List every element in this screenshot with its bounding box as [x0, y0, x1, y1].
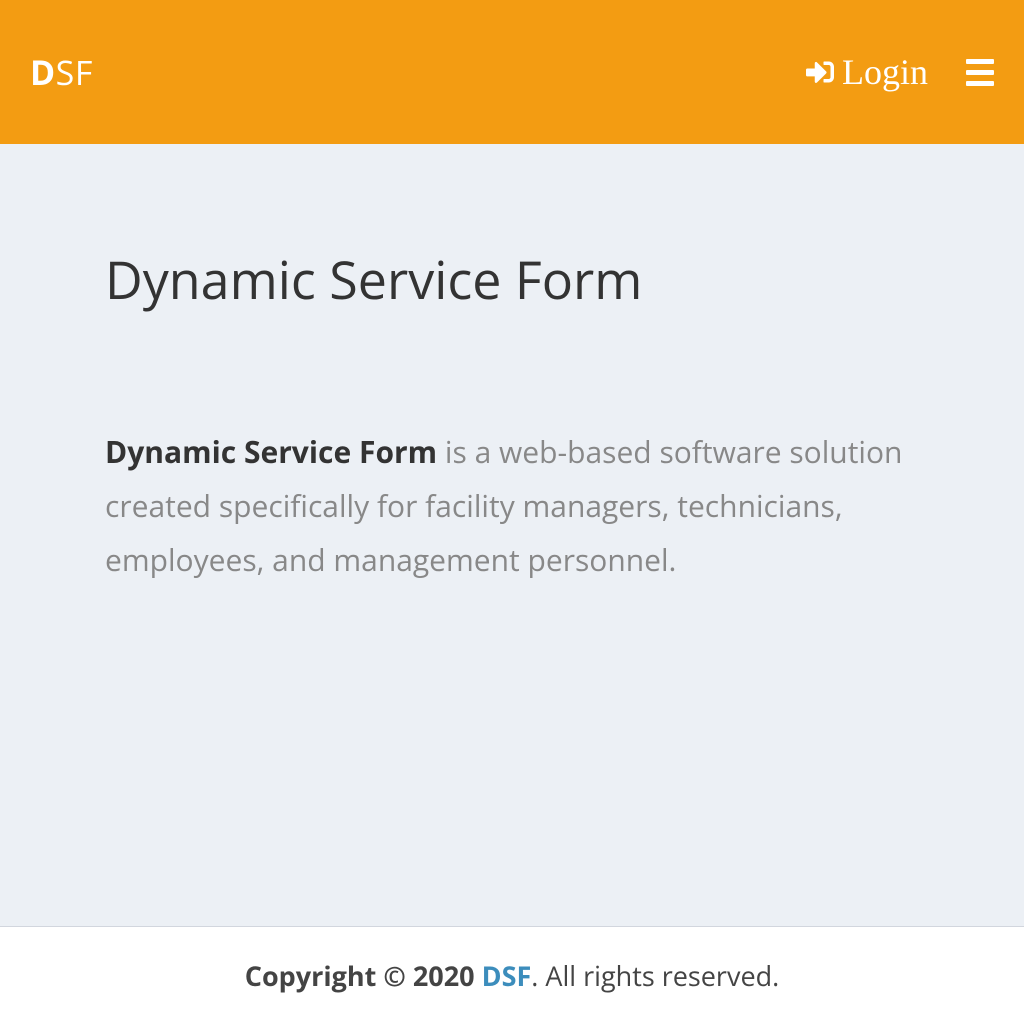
brand-logo[interactable]: DSF	[30, 49, 93, 95]
hamburger-menu-icon[interactable]	[966, 59, 994, 86]
copyright-suffix: . All rights reserved.	[531, 957, 779, 994]
page-title: Dynamic Service Form	[105, 244, 919, 315]
copyright-prefix: Copyright © 2020	[245, 957, 482, 994]
login-link[interactable]: Login	[806, 51, 928, 93]
main-content: Dynamic Service Form Dynamic Service For…	[0, 144, 1024, 926]
footer-text: Copyright © 2020 DSF. All rights reserve…	[245, 957, 779, 994]
page-description: Dynamic Service Form is a web-based soft…	[105, 425, 919, 587]
description-emphasis: Dynamic Service Form	[105, 431, 437, 472]
brand-rest: SF	[56, 49, 93, 95]
sign-in-icon	[806, 58, 834, 86]
brand-first-letter: D	[30, 49, 56, 95]
footer-brand-link[interactable]: DSF	[482, 957, 532, 994]
navbar-right: Login	[806, 51, 994, 93]
footer: Copyright © 2020 DSF. All rights reserve…	[0, 926, 1024, 1024]
navbar: DSF Login	[0, 0, 1024, 144]
login-label: Login	[842, 51, 928, 93]
